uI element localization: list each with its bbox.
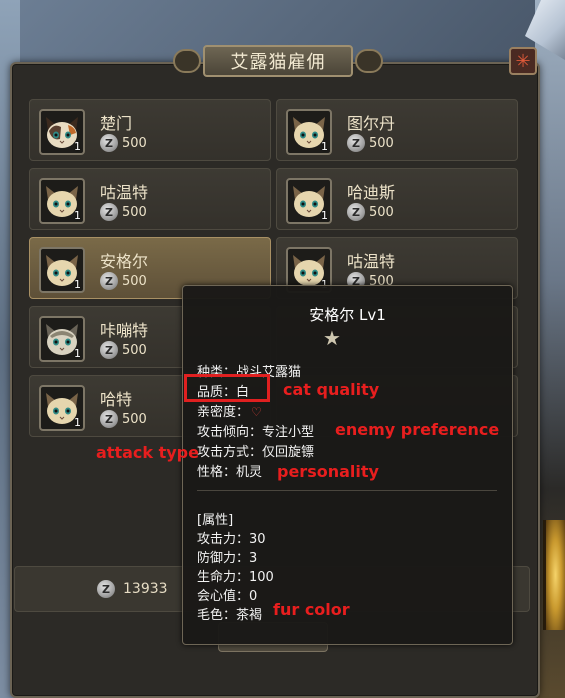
close-button[interactable]: ✳ [509, 47, 537, 75]
cat-level: 1 [74, 140, 81, 153]
tooltip-health: 生命力：100 [197, 570, 274, 585]
tooltip-defense: 防御力：3 [197, 551, 258, 566]
cat-portrait: 1 [286, 109, 332, 155]
tooltip-attack-type: 攻击方式：仅回旋镖 [197, 445, 315, 460]
cat-portrait: 1 [39, 316, 85, 362]
cat-name: 哈特 [100, 390, 133, 409]
tooltip-divider [197, 490, 497, 491]
zenny-coin-icon: Z [100, 341, 118, 359]
cat-name: 安格尔 [100, 252, 149, 271]
cat-price: Z 500 [347, 203, 394, 221]
window-title-plate: 艾露猫雇佣 [168, 44, 388, 78]
x-icon: ✳ [515, 50, 531, 72]
cat-card[interactable]: 1 图尔丹 Z 500 [276, 99, 518, 161]
star-icon: ★ [323, 326, 341, 350]
tooltip-affinity: 亲密度： [197, 405, 250, 420]
zenny-coin-icon: Z [347, 203, 365, 221]
annotation-cat-quality: cat quality [283, 380, 380, 399]
lantern-decoration [543, 520, 565, 630]
cat-name: 哈迪斯 [347, 183, 396, 202]
zenny-coin-icon: Z [347, 134, 365, 152]
cat-level: 1 [74, 209, 81, 222]
cat-level: 1 [74, 416, 81, 429]
annotation-personality: personality [277, 462, 379, 481]
cat-portrait: 1 [39, 178, 85, 224]
cat-portrait: 1 [39, 109, 85, 155]
annotation-enemy-preference: enemy preference [335, 420, 500, 439]
cat-price: Z 500 [100, 203, 147, 221]
cat-card[interactable]: 1 咕温特 Z 500 [29, 168, 271, 230]
cat-price-value: 500 [122, 342, 147, 358]
tooltip-critical: 会心值：0 [197, 589, 258, 604]
cat-card[interactable]: 1 哈迪斯 Z 500 [276, 168, 518, 230]
cat-price-value: 500 [122, 411, 147, 427]
zenny-coin-icon: Z [100, 134, 118, 152]
cat-level: 1 [74, 278, 81, 291]
annotation-fur-color: fur color [273, 600, 350, 619]
cat-price: Z 500 [100, 134, 147, 152]
tooltip-attack: 攻击力：30 [197, 532, 266, 547]
cat-level: 1 [321, 209, 328, 222]
cat-level: 1 [321, 140, 328, 153]
cat-card[interactable]: 1 楚门 Z 500 [29, 99, 271, 161]
cat-portrait: 1 [39, 247, 85, 293]
cat-price: Z 500 [100, 410, 147, 428]
cat-name: 图尔丹 [347, 114, 396, 133]
zenny-coin-icon: Z [100, 272, 118, 290]
cat-price-value: 500 [122, 204, 147, 220]
cat-name: 咕温特 [347, 252, 396, 271]
cat-portrait: 1 [286, 178, 332, 224]
cat-name: 楚门 [100, 114, 133, 133]
money-display: Z 13933 [97, 580, 168, 598]
title-ornament-right [355, 49, 383, 73]
cat-price: Z 500 [100, 272, 147, 290]
tooltip-attack-preference: 攻击倾向：专注小型 [197, 425, 315, 440]
window-title: 艾露猫雇佣 [203, 45, 353, 77]
tooltip-affinity-row: 亲密度： ♡ [197, 401, 262, 420]
cat-price: Z 500 [100, 341, 147, 359]
cat-name: 咔嘣特 [100, 321, 149, 340]
cat-price: Z 500 [347, 134, 394, 152]
cat-price-value: 500 [122, 135, 147, 151]
cat-portrait: 1 [39, 385, 85, 431]
zenny-coin-icon: Z [100, 410, 118, 428]
cat-price-value: 500 [122, 273, 147, 289]
tooltip-attributes-header: [属性] [197, 513, 234, 528]
cat-level: 1 [74, 347, 81, 360]
cat-name: 咕温特 [100, 183, 149, 202]
cat-price-value: 500 [369, 135, 394, 151]
money-value: 13933 [123, 581, 168, 597]
zenny-coin-icon: Z [100, 203, 118, 221]
tooltip-personality: 性格：机灵 [197, 465, 263, 480]
quality-highlight-box [184, 374, 270, 402]
cat-price-value: 500 [369, 204, 394, 220]
tooltip-fur-color: 毛色：茶褐 [197, 608, 263, 623]
tooltip-title: 安格尔 Lv1 [309, 306, 386, 324]
title-ornament-left [173, 49, 201, 73]
annotation-attack-type: attack type [96, 443, 199, 462]
zenny-coin-icon: Z [97, 580, 115, 598]
heart-icon: ♡ [251, 405, 262, 419]
